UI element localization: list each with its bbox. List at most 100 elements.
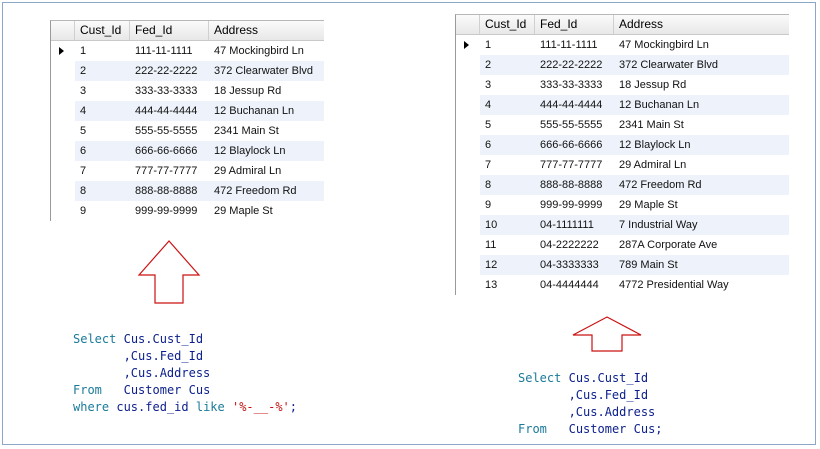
table-row[interactable]: 8 888-88-8888 472 Freedom Rd <box>51 181 324 201</box>
cell-cust-id[interactable]: 8 <box>480 175 535 195</box>
cell-fed-id[interactable]: 222-22-2222 <box>130 61 209 81</box>
row-selector[interactable] <box>456 35 480 55</box>
cell-address[interactable]: 29 Maple St <box>209 201 323 221</box>
table-row[interactable]: 4 444-44-4444 12 Buchanan Ln <box>456 95 789 115</box>
cell-address[interactable]: 12 Buchanan Ln <box>209 101 323 121</box>
table-row[interactable]: 5 555-55-5555 2341 Main St <box>51 121 324 141</box>
table-row[interactable]: 3 333-33-3333 18 Jessup Rd <box>51 81 324 101</box>
cell-fed-id[interactable]: 666-66-6666 <box>535 135 614 155</box>
row-selector[interactable] <box>456 135 480 155</box>
cell-cust-id[interactable]: 6 <box>480 135 535 155</box>
table-row[interactable]: 3 333-33-3333 18 Jessup Rd <box>456 75 789 95</box>
cell-fed-id[interactable]: 444-44-4444 <box>535 95 614 115</box>
column-header-address[interactable]: Address <box>614 15 788 34</box>
cell-cust-id[interactable]: 7 <box>480 155 535 175</box>
cell-cust-id[interactable]: 9 <box>480 195 535 215</box>
right-results-grid[interactable]: Cust_Id Fed_Id Address 1 111-11-1111 47 Mo… <box>455 14 789 295</box>
cell-fed-id[interactable]: 444-44-4444 <box>130 101 209 121</box>
cell-fed-id[interactable]: 222-22-2222 <box>535 55 614 75</box>
cell-address[interactable]: 29 Admiral Ln <box>614 155 788 175</box>
cell-address[interactable]: 47 Mockingbird Ln <box>614 35 788 55</box>
column-header-fed-id[interactable]: Fed_Id <box>130 21 209 40</box>
row-selector[interactable] <box>51 81 75 101</box>
row-selector-header[interactable] <box>456 15 480 34</box>
cell-cust-id[interactable]: 5 <box>75 121 130 141</box>
cell-fed-id[interactable]: 999-99-9999 <box>535 195 614 215</box>
row-selector[interactable] <box>456 215 480 235</box>
cell-fed-id[interactable]: 333-33-3333 <box>535 75 614 95</box>
row-selector[interactable] <box>51 201 75 221</box>
cell-cust-id[interactable]: 2 <box>480 55 535 75</box>
cell-cust-id[interactable]: 6 <box>75 141 130 161</box>
column-header-fed-id[interactable]: Fed_Id <box>535 15 614 34</box>
cell-cust-id[interactable]: 4 <box>75 101 130 121</box>
cell-cust-id[interactable]: 8 <box>75 181 130 201</box>
cell-fed-id[interactable]: 04-4444444 <box>535 275 614 295</box>
cell-address[interactable]: 2341 Main St <box>614 115 788 135</box>
cell-address[interactable]: 287A Corporate Ave <box>614 235 788 255</box>
cell-address[interactable]: 789 Main St <box>614 255 788 275</box>
cell-fed-id[interactable]: 555-55-5555 <box>535 115 614 135</box>
cell-address[interactable]: 18 Jessup Rd <box>209 81 323 101</box>
cell-cust-id[interactable]: 12 <box>480 255 535 275</box>
cell-address[interactable]: 18 Jessup Rd <box>614 75 788 95</box>
row-selector[interactable] <box>456 155 480 175</box>
cell-cust-id[interactable]: 9 <box>75 201 130 221</box>
table-row[interactable]: 11 04-2222222 287A Corporate Ave <box>456 235 789 255</box>
cell-address[interactable]: 2341 Main St <box>209 121 323 141</box>
cell-cust-id[interactable]: 3 <box>75 81 130 101</box>
row-selector[interactable] <box>456 175 480 195</box>
cell-fed-id[interactable]: 04-3333333 <box>535 255 614 275</box>
cell-cust-id[interactable]: 2 <box>75 61 130 81</box>
cell-cust-id[interactable]: 10 <box>480 215 535 235</box>
cell-cust-id[interactable]: 1 <box>75 41 130 61</box>
row-selector[interactable] <box>456 115 480 135</box>
cell-address[interactable]: 12 Buchanan Ln <box>614 95 788 115</box>
column-header-cust-id[interactable]: Cust_Id <box>75 21 130 40</box>
cell-address[interactable]: 472 Freedom Rd <box>614 175 788 195</box>
cell-fed-id[interactable]: 666-66-6666 <box>130 141 209 161</box>
column-header-address[interactable]: Address <box>209 21 323 40</box>
table-row[interactable]: 12 04-3333333 789 Main St <box>456 255 789 275</box>
row-selector-header[interactable] <box>51 21 75 40</box>
table-row[interactable]: 2 222-22-2222 372 Clearwater Blvd <box>456 55 789 75</box>
row-selector[interactable] <box>51 41 75 61</box>
table-row[interactable]: 4 444-44-4444 12 Buchanan Ln <box>51 101 324 121</box>
cell-fed-id[interactable]: 999-99-9999 <box>130 201 209 221</box>
column-header-cust-id[interactable]: Cust_Id <box>480 15 535 34</box>
table-row[interactable]: 6 666-66-6666 12 Blaylock Ln <box>456 135 789 155</box>
row-selector[interactable] <box>456 255 480 275</box>
cell-cust-id[interactable]: 7 <box>75 161 130 181</box>
table-row[interactable]: 13 04-4444444 4772 Presidential Way <box>456 275 789 295</box>
row-selector[interactable] <box>51 61 75 81</box>
cell-cust-id[interactable]: 1 <box>480 35 535 55</box>
cell-fed-id[interactable]: 04-1111111 <box>535 215 614 235</box>
row-selector[interactable] <box>456 95 480 115</box>
table-row[interactable]: 7 777-77-7777 29 Admiral Ln <box>51 161 324 181</box>
table-row[interactable]: 10 04-1111111 7 Industrial Way <box>456 215 789 235</box>
cell-fed-id[interactable]: 888-88-8888 <box>535 175 614 195</box>
cell-address[interactable]: 29 Maple St <box>614 195 788 215</box>
table-row[interactable]: 1 111-11-1111 47 Mockingbird Ln <box>51 41 324 61</box>
cell-fed-id[interactable]: 555-55-5555 <box>130 121 209 141</box>
left-results-grid[interactable]: Cust_Id Fed_Id Address 1 111-11-1111 47 Mo… <box>50 20 324 221</box>
table-row[interactable]: 2 222-22-2222 372 Clearwater Blvd <box>51 61 324 81</box>
row-selector[interactable] <box>456 275 480 295</box>
row-selector[interactable] <box>51 141 75 161</box>
cell-fed-id[interactable]: 777-77-7777 <box>535 155 614 175</box>
cell-fed-id[interactable]: 04-2222222 <box>535 235 614 255</box>
cell-cust-id[interactable]: 11 <box>480 235 535 255</box>
row-selector[interactable] <box>51 121 75 141</box>
cell-address[interactable]: 472 Freedom Rd <box>209 181 323 201</box>
cell-fed-id[interactable]: 888-88-8888 <box>130 181 209 201</box>
cell-address[interactable]: 7 Industrial Way <box>614 215 788 235</box>
cell-cust-id[interactable]: 4 <box>480 95 535 115</box>
row-selector[interactable] <box>456 75 480 95</box>
table-row[interactable]: 1 111-11-1111 47 Mockingbird Ln <box>456 35 789 55</box>
table-row[interactable]: 8 888-88-8888 472 Freedom Rd <box>456 175 789 195</box>
table-row[interactable]: 5 555-55-5555 2341 Main St <box>456 115 789 135</box>
cell-fed-id[interactable]: 333-33-3333 <box>130 81 209 101</box>
cell-fed-id[interactable]: 111-11-1111 <box>535 35 614 55</box>
table-row[interactable]: 9 999-99-9999 29 Maple St <box>51 201 324 221</box>
row-selector[interactable] <box>456 235 480 255</box>
